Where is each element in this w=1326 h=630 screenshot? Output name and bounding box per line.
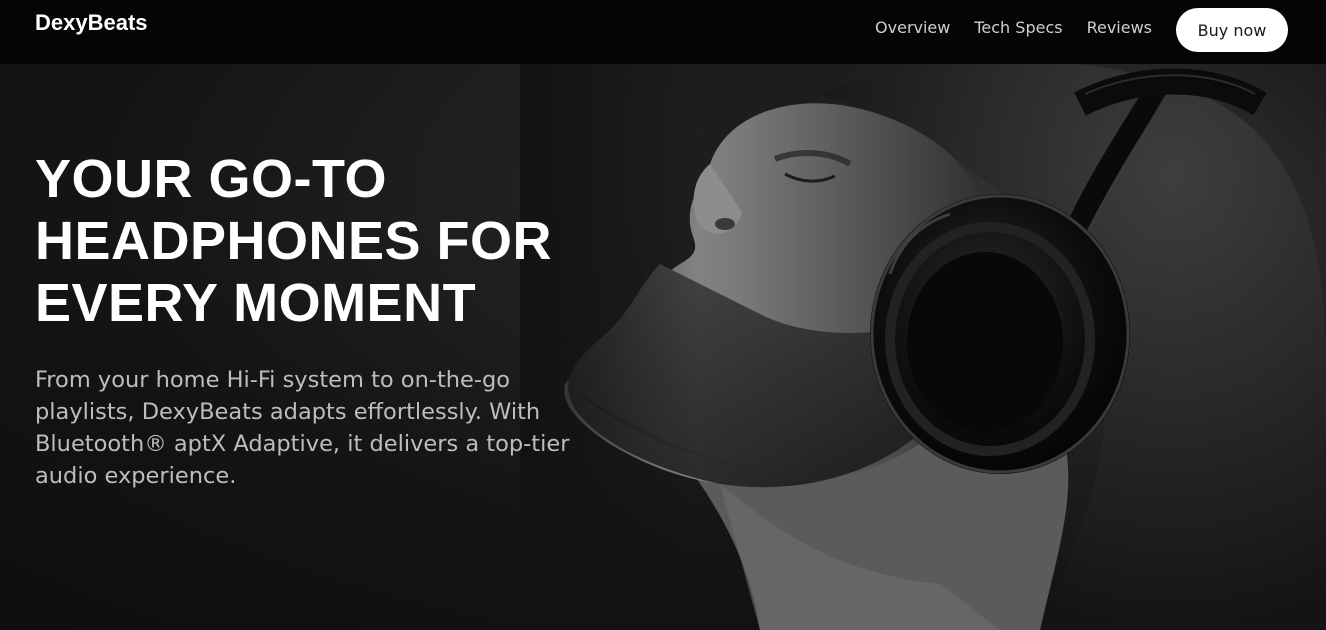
man-with-headphones-icon	[520, 60, 1326, 630]
nav-links: Overview Tech Specs Reviews	[875, 18, 1152, 37]
hero-description: From your home Hi-Fi system to on-the-go…	[35, 367, 570, 489]
nav-link-tech-specs[interactable]: Tech Specs	[974, 18, 1062, 37]
hero-title: YOUR GO-TO HEADPHONES FOR EVERY MOMENT	[35, 149, 553, 333]
brand-logo[interactable]: DexyBeats	[35, 10, 148, 36]
landing-page: DexyBeats Overview Tech Specs Reviews Bu…	[0, 0, 1326, 630]
nav-link-overview[interactable]: Overview	[875, 18, 950, 37]
top-navbar: DexyBeats Overview Tech Specs Reviews Bu…	[0, 0, 1326, 64]
nav-link-reviews[interactable]: Reviews	[1087, 18, 1152, 37]
buy-now-button[interactable]: Buy now	[1176, 8, 1288, 52]
hero-photo	[520, 60, 1326, 630]
